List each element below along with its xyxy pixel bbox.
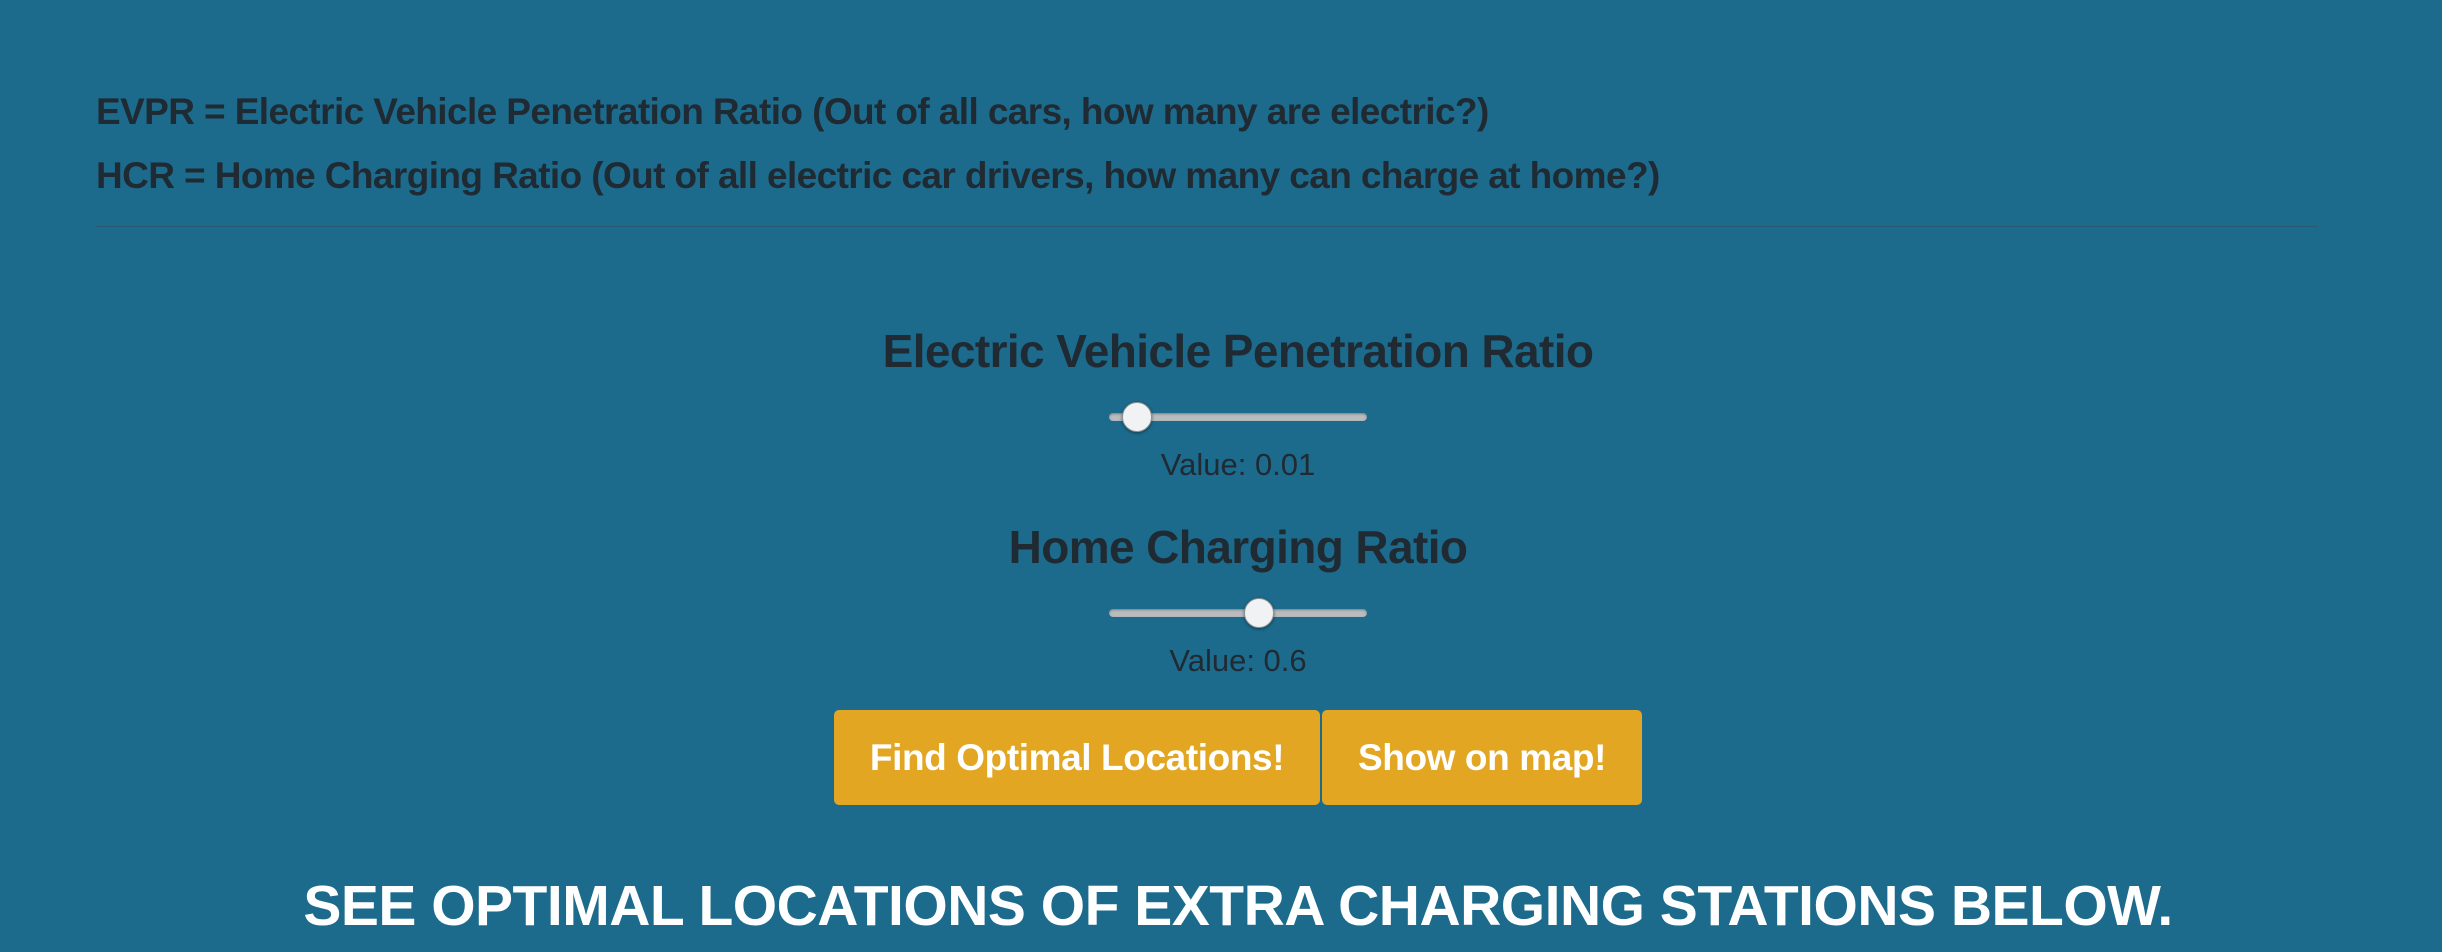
hcr-value-prefix: Value: <box>1169 643 1264 678</box>
find-optimal-locations-button[interactable]: Find Optimal Locations! <box>834 710 1320 805</box>
page: EVPR = Electric Vehicle Penetration Rati… <box>0 0 2442 952</box>
show-on-map-button[interactable]: Show on map! <box>1322 710 1642 805</box>
evpr-slider-thumb[interactable] <box>1122 402 1153 432</box>
divider <box>96 226 2318 227</box>
hcr-slider-track[interactable] <box>1109 609 1367 617</box>
results-banner: SEE OPTIMAL LOCATIONS OF EXTRA CHARGING … <box>303 874 2173 938</box>
hcr-slider-title: Home Charging Ratio <box>1008 521 1468 573</box>
hcr-slider-thumb[interactable] <box>1243 598 1274 628</box>
hcr-slider[interactable] <box>1109 594 1367 634</box>
controls: Electric Vehicle Penetration Ratio Value… <box>0 318 2442 805</box>
evpr-definition: EVPR = Electric Vehicle Penetration Rati… <box>96 91 1489 132</box>
evpr-slider[interactable] <box>1109 398 1367 438</box>
hcr-value: 0.6 <box>1263 643 1307 678</box>
action-buttons: Find Optimal Locations! Show on map! <box>834 710 1642 805</box>
hcr-definition: HCR = Home Charging Ratio (Out of all el… <box>96 155 1660 196</box>
evpr-value: 0.01 <box>1254 447 1316 482</box>
definitions: EVPR = Electric Vehicle Penetration Rati… <box>96 80 1660 208</box>
evpr-slider-title: Electric Vehicle Penetration Ratio <box>882 325 1594 377</box>
evpr-value-readout: Value: 0.01 <box>1161 442 1316 488</box>
evpr-value-prefix: Value: <box>1160 447 1255 482</box>
hcr-value-readout: Value: 0.6 <box>1169 638 1306 684</box>
